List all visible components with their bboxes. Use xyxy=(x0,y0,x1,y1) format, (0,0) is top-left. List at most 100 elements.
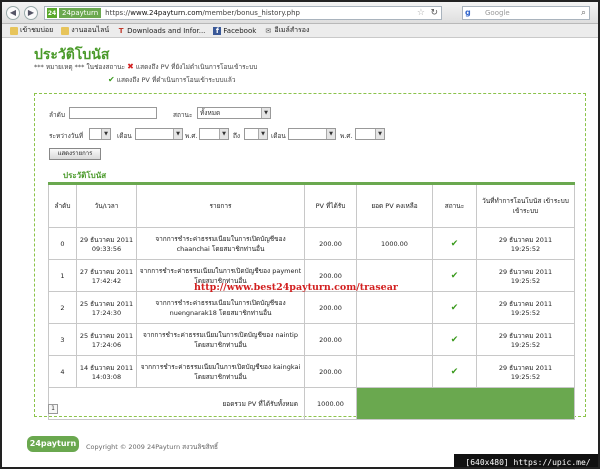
end-month-label: เดือน xyxy=(271,132,286,140)
chevron-down-icon: ▼ xyxy=(261,108,270,118)
row-status: ✔ xyxy=(432,259,477,292)
chevron-down-icon: ▼ xyxy=(326,129,335,139)
row-index: 2 xyxy=(48,291,77,324)
row-balance xyxy=(356,355,433,388)
bookmark-item-frequent[interactable]: เข้าชมบ่อย xyxy=(10,25,53,36)
end-year-select[interactable]: ▼ xyxy=(355,128,385,140)
row-description: จากการชำระค่าธรรมเนียมในการเปิดบัญชีของ … xyxy=(136,323,305,356)
row-status: ✔ xyxy=(432,227,477,260)
row-pv: 200.00 xyxy=(304,291,357,324)
row-status: ✔ xyxy=(432,355,477,388)
footer-logo: 24payturn xyxy=(27,436,79,452)
bookmarks-bar: เข้าชมบ่อย งานออนไลน์ T Downloads and Inf… xyxy=(2,24,598,38)
url-text[interactable]: https://www.24payturn.com/member/bonus_h… xyxy=(105,9,300,17)
back-button[interactable]: ◀ xyxy=(6,5,20,20)
folder-icon xyxy=(61,26,70,35)
row-datetime: 27 ธันวาคม 2011 17:42:42 xyxy=(76,259,137,292)
bookmark-item-backup-email[interactable]: ✉ อีเมล์สำรอง xyxy=(264,25,309,36)
mail-icon: ✉ xyxy=(265,26,272,35)
start-year-select[interactable]: ▼ xyxy=(199,128,229,140)
site-favicon-icon: 24 xyxy=(47,8,57,18)
column-header-datetime: วัน/เวลา xyxy=(76,183,137,228)
column-header-pv-balance: ยอด PV คงเหลือ xyxy=(356,183,433,228)
search-placeholder: Google xyxy=(485,9,510,17)
row-pv: 200.00 xyxy=(304,227,357,260)
row-transfer-date: 29 ธันวาคม 2011 19:25:52 xyxy=(476,259,575,292)
row-transfer-date: 29 ธันวาคม 2011 19:25:52 xyxy=(476,323,575,356)
column-header-transfer-date: วันที่ทำการโอนโบนัส เข้าระบบ เข้าระบบ xyxy=(476,183,575,228)
forward-button[interactable]: ▶ xyxy=(24,5,38,20)
bookmark-item-facebook[interactable]: f Facebook xyxy=(213,26,256,35)
start-month-select[interactable]: ▼ xyxy=(135,128,183,140)
total-row: ยอดรวม PV ที่ได้รับทั้งหมด 1000.00 xyxy=(48,387,575,420)
row-datetime: 25 ธันวาคม 2011 17:24:06 xyxy=(76,323,137,356)
check-icon: ✔ xyxy=(450,302,459,313)
total-value: 1000.00 xyxy=(304,387,357,420)
table-row: 0 29 ธันวาคม 2011 09:33:56 จากการชำระค่าธ… xyxy=(48,227,575,260)
check-icon: ✔ xyxy=(450,238,459,249)
row-index: 3 xyxy=(48,323,77,356)
table-row: 3 25 ธันวาคม 2011 17:24:06 จากการชำระค่าธ… xyxy=(48,323,575,356)
column-header-description: รายการ xyxy=(136,183,305,228)
bonus-table: ลำดับ วัน/เวลา รายการ PV ที่ได้รับ ยอด P… xyxy=(48,182,575,420)
check-icon: ✔ xyxy=(450,270,459,281)
row-datetime: 29 ธันวาคม 2011 09:33:56 xyxy=(76,227,137,260)
start-day-select[interactable]: ▼ xyxy=(89,128,111,140)
back-arrow-icon: ◀ xyxy=(9,8,17,17)
row-description: จากการชำระค่าธรรมเนียมในการเปิดบัญชีของ … xyxy=(136,355,305,388)
legend-transferred: ✔ แสดงถึง PV ที่ดำเนินการโอนเข้าระบบแล้ว xyxy=(108,75,236,84)
row-status: ✔ xyxy=(432,323,477,356)
status-label: สถานะ xyxy=(173,111,193,119)
end-month-select[interactable]: ▼ xyxy=(288,128,336,140)
check-icon: ✔ xyxy=(108,75,115,84)
search-magnifier-icon[interactable]: ⌕ xyxy=(581,8,586,18)
sequence-label: ลำดับ xyxy=(49,111,65,119)
row-transfer-date: 29 ธันวาคม 2011 19:25:52 xyxy=(476,355,575,388)
section-title: ประวัติโบนัส xyxy=(63,171,107,180)
search-input[interactable]: g Google ⌕ xyxy=(462,6,590,20)
row-description: จากการชำระค่าธรรมเนียมในการเปิดบัญชีของ c… xyxy=(136,227,305,260)
google-icon: g xyxy=(465,8,471,17)
table-row: 2 25 ธันวาคม 2011 17:24:30 จากการชำระค่าธ… xyxy=(48,291,575,324)
sequence-input[interactable] xyxy=(69,107,157,119)
table-header-row: ลำดับ วัน/เวลา รายการ PV ที่ได้รับ ยอด P… xyxy=(48,183,575,228)
tv-icon: T xyxy=(118,26,124,35)
row-index: 4 xyxy=(48,355,77,388)
bookmark-item-online-work[interactable]: งานออนไลน์ xyxy=(61,25,109,36)
chevron-down-icon: ▼ xyxy=(375,129,384,139)
end-year-label: พ.ศ. xyxy=(340,132,353,140)
screenshot-frame: ◀ ▶ 24 24payturn https://www.24payturn.c… xyxy=(0,0,600,469)
end-day-select[interactable]: ▼ xyxy=(244,128,268,140)
row-balance xyxy=(356,323,433,356)
chevron-down-icon: ▼ xyxy=(258,129,267,139)
show-list-button[interactable]: แสดงรายการ xyxy=(49,148,101,160)
chevron-down-icon: ▼ xyxy=(101,129,110,139)
chevron-down-icon: ▼ xyxy=(219,129,228,139)
reload-icon[interactable]: ↻ xyxy=(430,8,438,18)
row-pv: 200.00 xyxy=(304,355,357,388)
column-header-pv-received: PV ที่ได้รับ xyxy=(304,183,357,228)
status-select[interactable]: ทั้งหมด ▼ xyxy=(197,107,271,119)
watermark-url: http://www.best24payturn.com/trasear xyxy=(194,282,398,293)
row-transfer-date: 29 ธันวาคม 2011 19:25:52 xyxy=(476,227,575,260)
total-label: ยอดรวม PV ที่ได้รับทั้งหมด xyxy=(48,387,305,420)
row-description: จากการชำระค่าธรรมเนียมในการเปิดบัญชีของ n… xyxy=(136,291,305,324)
bookmark-star-icon[interactable]: ☆ xyxy=(417,8,425,18)
check-icon: ✔ xyxy=(450,334,459,345)
to-label: ถึง xyxy=(233,132,241,140)
table-row: 4 14 ธันวาคม 2011 14:03:08 จากการชำระค่าธ… xyxy=(48,355,575,388)
facebook-icon: f xyxy=(213,26,222,35)
pagination-page-1[interactable]: 1 xyxy=(48,404,58,414)
row-transfer-date: 29 ธันวาคม 2011 19:25:52 xyxy=(476,291,575,324)
legend-pending: *** หมายเหตุ *** ในช่องสถานะ ✖ แสดงถึง P… xyxy=(34,62,258,71)
column-header-status: สถานะ xyxy=(432,183,477,228)
row-balance: 1000.00 xyxy=(356,227,433,260)
resolution-overlay: [640x480] https://upic.me/ xyxy=(454,454,598,467)
chevron-down-icon: ▼ xyxy=(173,129,182,139)
site-identity-badge[interactable]: 24payturn xyxy=(59,8,102,18)
start-month-label: เดือน xyxy=(117,132,132,140)
url-bar[interactable]: 24 24payturn https://www.24payturn.com/m… xyxy=(44,6,442,20)
between-day-label: ระหว่างวันที่ xyxy=(49,132,84,140)
row-index: 0 xyxy=(48,227,77,260)
bookmark-item-downloads[interactable]: T Downloads and Infor... xyxy=(117,26,206,35)
